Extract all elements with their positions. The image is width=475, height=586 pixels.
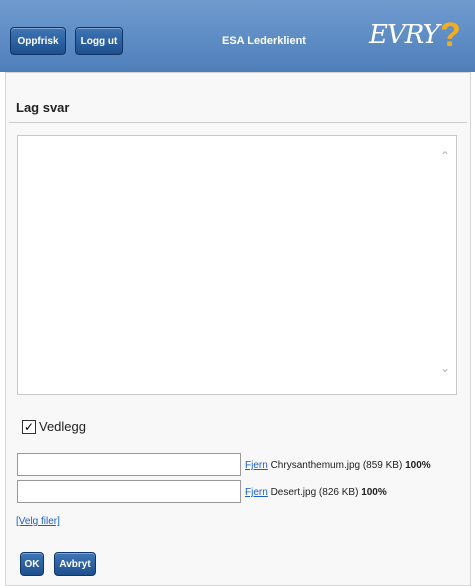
chevron-down-icon[interactable]: ⌄	[437, 362, 453, 374]
file-info-2: Fjern Desert.jpg (826 KB) 100%	[245, 487, 387, 498]
remove-file-link[interactable]: Fjern	[245, 460, 268, 471]
reply-textarea[interactable]	[17, 135, 457, 395]
upload-progress: 100%	[361, 487, 387, 498]
remove-file-link[interactable]: Fjern	[245, 487, 268, 498]
logout-button[interactable]: Logg ut	[75, 27, 123, 55]
refresh-button[interactable]: Oppfrisk	[10, 27, 66, 55]
help-icon[interactable]: ?	[440, 16, 461, 55]
upload-progress: 100%	[405, 460, 431, 471]
chevron-up-icon[interactable]: ⌃	[437, 150, 453, 162]
attachment-label: Vedlegg	[39, 419, 86, 434]
file-input-2[interactable]	[17, 480, 241, 503]
file-name: Chrysanthemum.jpg (859 KB)	[270, 460, 403, 471]
evry-logo: EVRY	[369, 20, 440, 50]
app-header: Oppfrisk Logg ut ESA Lederklient EVRY ?	[0, 0, 475, 72]
attachment-checkbox[interactable]: ✓	[22, 420, 36, 434]
cancel-button[interactable]: Avbryt	[54, 552, 96, 576]
page-title: Lag svar	[16, 100, 70, 115]
select-files-link[interactable]: [Velg filer]	[16, 516, 60, 527]
check-icon: ✓	[23, 420, 35, 434]
ok-button[interactable]: OK	[20, 552, 44, 576]
title-divider	[9, 122, 467, 123]
file-info-1: Fjern Chrysanthemum.jpg (859 KB) 100%	[245, 460, 431, 471]
file-input-1[interactable]	[17, 453, 241, 476]
file-name: Desert.jpg (826 KB)	[270, 487, 359, 498]
app-title: ESA Lederklient	[222, 35, 306, 47]
